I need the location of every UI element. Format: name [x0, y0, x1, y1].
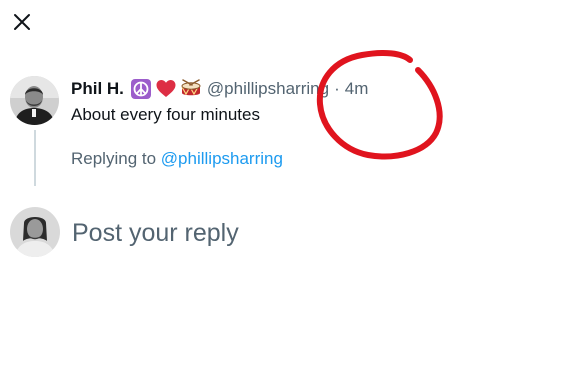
drum-icon — [180, 78, 202, 100]
replying-to-mention[interactable]: @phillipsharring — [161, 149, 283, 168]
reply-dialog: Phil H. @phillipsharring · 4m About ever… — [0, 0, 587, 367]
red-heart-icon — [155, 78, 177, 100]
close-button[interactable] — [12, 12, 32, 32]
replying-to-line: Replying to @phillipsharring — [71, 149, 283, 169]
close-icon — [14, 14, 30, 30]
reply-input[interactable] — [72, 216, 552, 250]
red-circle-annotation — [316, 49, 443, 160]
meta-separator: · — [334, 79, 340, 98]
replying-to-prefix: Replying to — [71, 149, 157, 168]
tweet-header: Phil H. @phillipsharring · 4m — [71, 76, 368, 102]
peace-symbol-icon — [130, 78, 152, 100]
author-handle[interactable]: @phillipsharring — [207, 79, 329, 99]
tweet-text: About every four minutes — [71, 105, 260, 124]
thread-line — [34, 130, 36, 186]
author-avatar[interactable] — [10, 76, 59, 125]
user-avatar — [10, 207, 60, 257]
author-name[interactable]: Phil H. — [71, 79, 124, 99]
tweet-timestamp[interactable]: 4m — [345, 79, 369, 99]
